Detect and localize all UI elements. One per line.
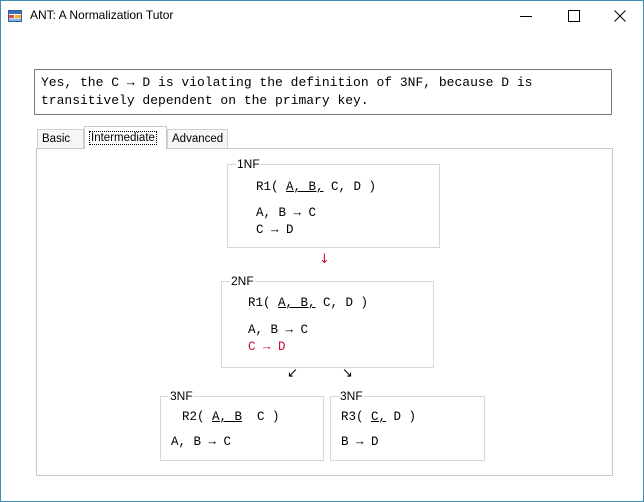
fd-ab-c: A, B → C xyxy=(256,206,317,220)
tab-advanced-label: Advanced xyxy=(172,133,224,145)
primary-key: A, B xyxy=(212,410,243,424)
tab-panel-intermediate: 1NF R1( A, B, C, D ) A, B → C C → D ↓ 2N… xyxy=(36,148,613,476)
primary-key: A, B, xyxy=(278,296,316,310)
primary-key: C, xyxy=(371,410,387,424)
relation-rest: D ) xyxy=(386,410,417,424)
group-3nf-r2: 3NF R2( A, B C ) A, B → C xyxy=(160,389,324,461)
feedback-text: Yes, the C → D is violating the definiti… xyxy=(41,75,533,108)
tab-basic-label: Basic xyxy=(42,133,71,145)
arrow-down-left-icon: ↙ xyxy=(287,366,298,381)
relation-prefix: R1( xyxy=(256,180,287,194)
relation-prefix: R2( xyxy=(182,410,213,424)
tab-intermediate-label: Intermediate xyxy=(89,131,157,145)
fd-c-d-violation: C → D xyxy=(248,340,286,354)
maximize-button[interactable] xyxy=(551,1,597,31)
relation-rest: C, D ) xyxy=(315,296,369,310)
relation-r3: R3( C, D ) xyxy=(341,409,416,425)
relation-r2: R2( A, B C ) xyxy=(182,409,280,425)
relation-prefix: R3( xyxy=(341,410,372,424)
group-2nf: 2NF R1( A, B, C, D ) A, B → C C → D xyxy=(221,274,434,368)
title-bar[interactable]: ANT: A Normalization Tutor xyxy=(1,1,643,31)
group-1nf-label: 1NF xyxy=(236,157,261,171)
fd-ab-c: A, B → C xyxy=(248,323,309,337)
primary-key: A, B, xyxy=(286,180,324,194)
app-window: ANT: A Normalization Tutor Yes, the C → … xyxy=(0,0,644,502)
minimize-icon xyxy=(520,16,532,17)
tab-basic[interactable]: Basic xyxy=(37,129,84,148)
fd-c-d: C → D xyxy=(256,223,294,237)
fd-ab-c: A, B → C xyxy=(171,435,232,449)
relation-rest: C ) xyxy=(242,410,280,424)
database-table-icon xyxy=(8,9,22,22)
fd-b-d: B → D xyxy=(341,435,379,449)
feedback-textbox[interactable]: Yes, the C → D is violating the definiti… xyxy=(34,69,612,115)
tab-advanced[interactable]: Advanced xyxy=(167,129,228,148)
group-2nf-label: 2NF xyxy=(230,274,255,288)
relation-rest: C, D ) xyxy=(323,180,377,194)
minimize-button[interactable] xyxy=(503,1,549,31)
maximize-icon xyxy=(568,10,580,22)
arrow-down-icon: ↓ xyxy=(319,252,330,267)
group-3nf-r3: 3NF R3( C, D ) B → D xyxy=(330,389,485,461)
relation-prefix: R1( xyxy=(248,296,279,310)
arrow-down-right-icon: ↘ xyxy=(342,366,353,381)
close-icon xyxy=(614,10,626,22)
tab-intermediate[interactable]: Intermediate xyxy=(84,126,167,149)
close-button[interactable] xyxy=(597,1,643,31)
group-3nf-r3-label: 3NF xyxy=(339,389,364,403)
relation-r1-1nf: R1( A, B, C, D ) xyxy=(256,179,376,195)
window-title: ANT: A Normalization Tutor xyxy=(30,8,174,22)
relation-r1-2nf: R1( A, B, C, D ) xyxy=(248,295,368,311)
group-3nf-r2-label: 3NF xyxy=(169,389,194,403)
group-1nf: 1NF R1( A, B, C, D ) A, B → C C → D xyxy=(227,157,440,248)
